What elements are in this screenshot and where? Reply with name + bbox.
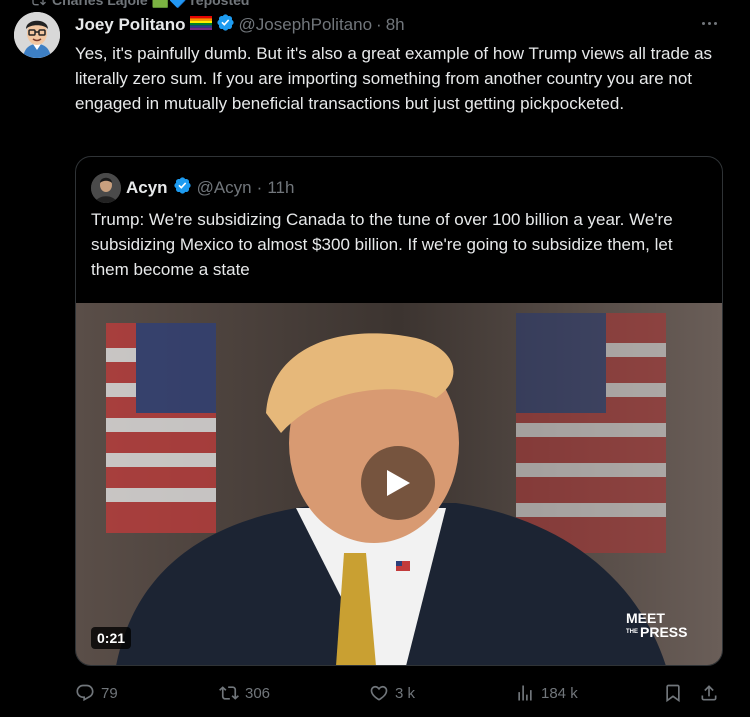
video-player[interactable]: 0:21 MEET THE PRESS <box>76 303 722 665</box>
reply-button[interactable]: 79 <box>75 683 118 703</box>
tweet-action-bar: 79 306 3 k 184 k <box>75 683 725 705</box>
repost-banner-text: Charles Lajoie 🟩🔷 reposted <box>52 0 249 9</box>
quoted-tweet-header: Acyn @Acyn · 11h <box>91 173 294 203</box>
meet-the-press-logo: MEET THE PRESS <box>626 611 687 639</box>
views-count: 184 k <box>541 684 578 702</box>
share-icon <box>701 685 717 701</box>
quoted-tweet[interactable]: Acyn @Acyn · 11h Trump: We're subsidizin… <box>75 156 723 666</box>
play-icon <box>387 470 410 496</box>
like-count: 3 k <box>395 684 416 702</box>
quoted-author-avatar[interactable] <box>91 173 121 203</box>
author-display-name[interactable]: Joey Politano <box>75 15 186 35</box>
logo-small: THE <box>626 629 638 635</box>
quoted-handle[interactable]: @Acyn <box>197 178 252 198</box>
like-button[interactable]: 3 k <box>369 683 415 703</box>
quoted-tweet-text: Trump: We're subsidizing Canada to the t… <box>91 210 673 279</box>
heart-icon <box>370 685 388 701</box>
play-button[interactable] <box>361 446 435 520</box>
views-button[interactable]: 184 k <box>515 683 578 703</box>
repost-icon <box>219 686 239 700</box>
header-separator: · <box>376 15 382 34</box>
more-dots-icon <box>701 21 705 25</box>
views-chart-icon <box>518 685 532 701</box>
logo-line1: MEET <box>626 610 665 626</box>
rainbow-flag-icon <box>189 15 212 35</box>
avatar-illustration <box>14 12 60 58</box>
repost-count: 306 <box>245 684 271 702</box>
video-duration: 0:21 <box>91 627 132 649</box>
share-button[interactable] <box>699 683 719 703</box>
quoted-separator: · <box>256 178 263 197</box>
reply-icon <box>76 684 94 702</box>
logo-line2: PRESS <box>640 624 688 640</box>
quoted-display-name[interactable]: Acyn <box>126 178 168 198</box>
tweet-timestamp[interactable]: 8h <box>386 15 405 35</box>
bookmark-icon <box>666 684 680 703</box>
more-options-button[interactable] <box>698 12 720 34</box>
tweet-text: Yes, it's painfully dumb. But it's also … <box>75 44 713 113</box>
tweet-header: Joey Politano @JosephPolitano · 8h <box>75 13 405 37</box>
author-handle[interactable]: @JosephPolitano <box>239 15 373 35</box>
reply-count: 79 <box>101 684 118 702</box>
repost-small-icon <box>32 0 46 6</box>
bookmark-button[interactable] <box>663 683 683 703</box>
author-avatar[interactable] <box>14 12 60 58</box>
verified-badge-icon <box>173 176 192 200</box>
repost-button[interactable]: 306 <box>219 683 270 703</box>
repost-banner[interactable]: Charles Lajoie 🟩🔷 reposted <box>30 0 249 8</box>
verified-badge-icon <box>216 13 235 37</box>
quoted-timestamp[interactable]: 11h <box>267 178 294 198</box>
